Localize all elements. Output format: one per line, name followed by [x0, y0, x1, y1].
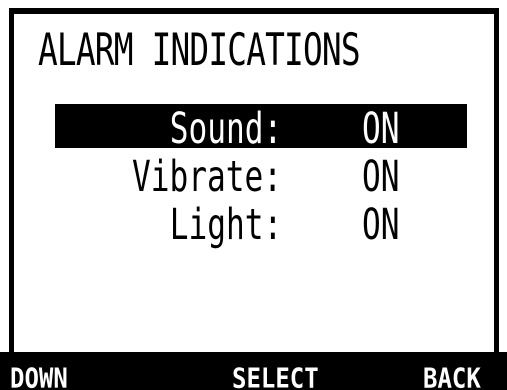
- device-screen: ALARM INDICATIONS Sound: ON Vibrate: ON …: [0, 0, 507, 390]
- down-button[interactable]: DOWN: [10, 352, 68, 390]
- vibrate-label: Vibrate:: [131, 152, 282, 202]
- light-label: Light:: [169, 200, 282, 250]
- menu-item-vibrate[interactable]: Vibrate: ON: [55, 152, 467, 201]
- softkey-bar: DOWN SELECT BACK: [0, 352, 507, 390]
- page-title: ALARM INDICATIONS: [38, 24, 361, 76]
- select-button[interactable]: SELECT: [232, 352, 319, 390]
- vibrate-value: ON: [362, 152, 400, 202]
- sound-label: Sound:: [169, 104, 282, 154]
- sound-value: ON: [362, 104, 400, 154]
- screen-bezel-left: [9, 8, 14, 353]
- menu-item-light[interactable]: Light: ON: [55, 200, 467, 249]
- menu-item-sound[interactable]: Sound: ON: [55, 104, 467, 153]
- back-button[interactable]: BACK: [423, 352, 481, 390]
- screen-bezel-top: [9, 8, 499, 14]
- screen-bezel-right: [494, 8, 499, 353]
- light-value: ON: [362, 200, 400, 250]
